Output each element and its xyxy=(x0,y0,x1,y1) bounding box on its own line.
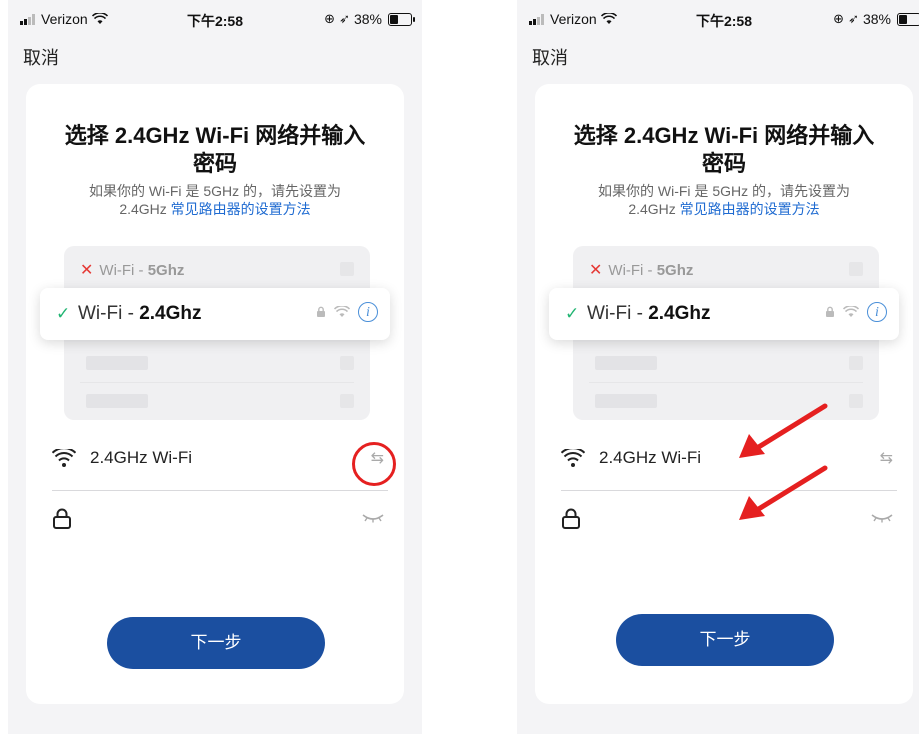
phone-screen-left: Verizon 下午2:58 ⊕ ➶ 38% 取消 选择 2.4GHz Wi-F… xyxy=(8,0,422,734)
network-5ghz-label: Wi-Fi - 5Ghz xyxy=(608,261,694,279)
network-5ghz-row: ✕ Wi-Fi - 5Ghz xyxy=(589,260,693,280)
subtitle-prefix: 2.4GHz xyxy=(628,201,680,217)
page-title-line1: 选择 2.4GHz Wi-Fi 网络并输入 xyxy=(64,123,366,148)
info-icon[interactable]: i xyxy=(358,302,378,322)
location-icon: ➶ xyxy=(848,11,859,26)
placeholder-bar xyxy=(86,356,148,370)
swap-icon[interactable]: ⇆ xyxy=(880,448,893,468)
router-setup-link[interactable]: 常见路由器的设置方法 xyxy=(171,201,311,217)
status-bar: Verizon 下午2:58 ⊕ ➶ 38% xyxy=(8,0,422,40)
wifi-icon xyxy=(52,449,76,467)
page-title-line1: 选择 2.4GHz Wi-Fi 网络并输入 xyxy=(573,123,875,148)
subtitle-prefix: 2.4GHz xyxy=(119,201,171,217)
placeholder-square xyxy=(340,262,354,276)
status-indicators: ⊕ ➶ 38% xyxy=(833,11,919,27)
battery-icon xyxy=(388,12,415,26)
field-divider xyxy=(52,490,388,491)
placeholder-square xyxy=(849,356,863,370)
annotation-arrow-password xyxy=(739,465,828,520)
cross-icon: ✕ xyxy=(589,262,603,279)
wifi-small-icon xyxy=(334,306,350,317)
network-5ghz-label: Wi-Fi - 5Ghz xyxy=(99,261,185,279)
network-5ghz-row: ✕ Wi-Fi - 5Ghz xyxy=(80,260,184,280)
check-icon: ✓ xyxy=(565,304,580,323)
location-icon: ➶ xyxy=(339,11,350,26)
lock-small-icon xyxy=(826,306,834,317)
page-title-line2: 密码 xyxy=(701,151,746,176)
cancel-button[interactable]: 取消 xyxy=(23,44,59,70)
placeholder-bar xyxy=(595,394,657,408)
wifi-icon xyxy=(561,449,585,467)
placeholder-square xyxy=(340,394,354,408)
wifi-setup-card: 选择 2.4GHz Wi-Fi 网络并输入 密码 如果你的 Wi-Fi 是 5G… xyxy=(535,84,913,704)
wifi-ssid-value: 2.4GHz Wi-Fi xyxy=(90,448,192,467)
next-step-button[interactable]: 下一步 xyxy=(616,614,834,666)
page-title: 选择 2.4GHz Wi-Fi 网络并输入 密码 xyxy=(26,122,404,178)
network-24ghz-row: ✓ Wi-Fi - 2.4Ghz i xyxy=(40,288,390,340)
status-indicators: ⊕ ➶ 38% xyxy=(324,11,415,27)
battery-percent: 38% xyxy=(862,11,891,27)
page-subtitle: 如果你的 Wi-Fi 是 5GHz 的，请先设置为 2.4GHz 常见路由器的设… xyxy=(26,182,404,218)
placeholder-bar xyxy=(595,356,657,370)
subtitle-line1: 如果你的 Wi-Fi 是 5GHz 的，请先设置为 xyxy=(89,183,341,199)
subtitle-line1: 如果你的 Wi-Fi 是 5GHz 的，请先设置为 xyxy=(598,183,850,199)
lock-icon xyxy=(562,508,580,529)
placeholder-square xyxy=(340,356,354,370)
info-icon[interactable]: i xyxy=(867,302,887,322)
wifi-ssid-value: 2.4GHz Wi-Fi xyxy=(599,448,701,467)
rotation-lock-icon: ⊕ xyxy=(324,11,336,26)
network-24ghz-label: Wi-Fi - 2.4Ghz xyxy=(78,303,202,324)
eye-closed-icon[interactable] xyxy=(362,510,384,528)
annotation-arrow-ssid xyxy=(739,403,828,458)
cross-icon: ✕ xyxy=(80,262,94,279)
annotation-circle xyxy=(352,442,396,486)
cancel-button[interactable]: 取消 xyxy=(532,44,568,70)
battery-percent: 38% xyxy=(353,11,382,27)
page-subtitle: 如果你的 Wi-Fi 是 5GHz 的，请先设置为 2.4GHz 常见路由器的设… xyxy=(535,182,913,218)
wifi-setup-card: 选择 2.4GHz Wi-Fi 网络并输入 密码 如果你的 Wi-Fi 是 5G… xyxy=(26,84,404,704)
battery-icon xyxy=(897,12,919,26)
placeholder-divider xyxy=(589,382,863,383)
router-setup-link[interactable]: 常见路由器的设置方法 xyxy=(680,201,820,217)
check-icon: ✓ xyxy=(56,304,71,323)
password-field[interactable] xyxy=(561,508,897,530)
wifi-ssid-field[interactable]: 2.4GHz Wi-Fi ⇆ xyxy=(561,448,897,468)
page-title: 选择 2.4GHz Wi-Fi 网络并输入 密码 xyxy=(535,122,913,178)
wifi-small-icon xyxy=(843,306,859,317)
password-field[interactable] xyxy=(52,508,388,530)
placeholder-square xyxy=(849,262,863,276)
placeholder-square xyxy=(849,394,863,408)
lock-small-icon xyxy=(317,306,325,317)
placeholder-divider xyxy=(80,382,354,383)
next-step-button[interactable]: 下一步 xyxy=(107,617,325,669)
rotation-lock-icon: ⊕ xyxy=(833,11,845,26)
status-bar: Verizon 下午2:58 ⊕ ➶ 38% xyxy=(517,0,919,40)
field-divider xyxy=(561,490,897,491)
eye-closed-icon[interactable] xyxy=(871,510,893,528)
network-24ghz-label: Wi-Fi - 2.4Ghz xyxy=(587,303,711,324)
lock-icon xyxy=(53,508,71,529)
phone-screen-right: Verizon 下午2:58 ⊕ ➶ 38% 取消 选择 2.4GHz Wi-F… xyxy=(517,0,919,734)
wifi-ssid-field[interactable]: 2.4GHz Wi-Fi ⇆ xyxy=(52,448,388,468)
placeholder-bar xyxy=(86,394,148,408)
page-title-line2: 密码 xyxy=(192,151,237,176)
network-24ghz-row: ✓ Wi-Fi - 2.4Ghz i xyxy=(549,288,899,340)
